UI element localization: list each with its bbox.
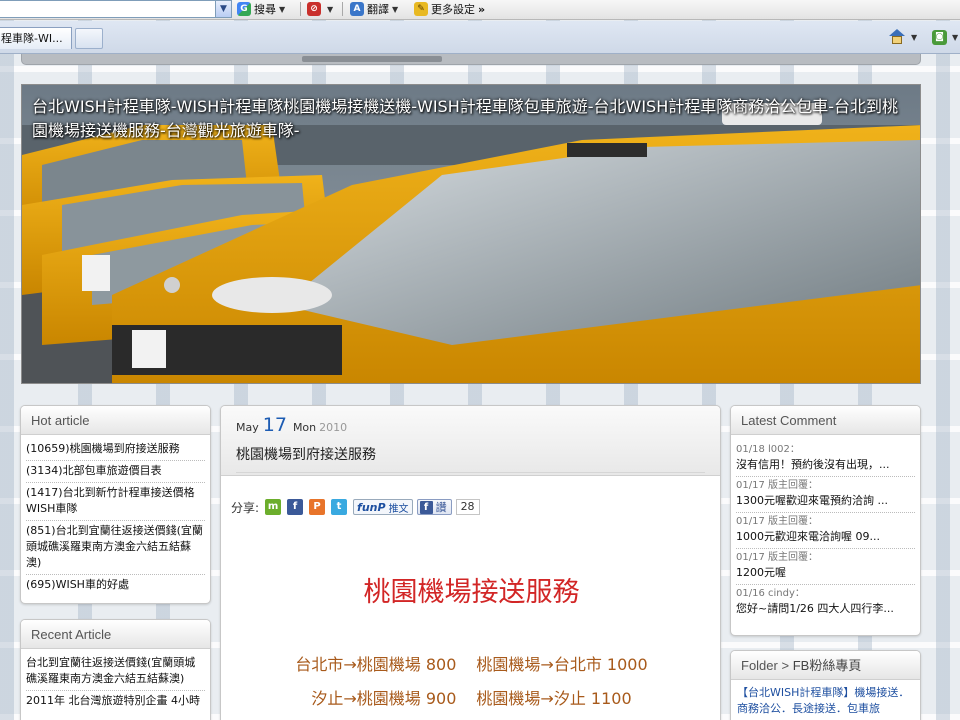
home-button[interactable]: ▼	[889, 28, 917, 46]
comment-text[interactable]: 1200元喔	[736, 565, 915, 581]
post-date-day: 17	[262, 414, 287, 436]
recent-article-title: Recent Article	[21, 620, 210, 649]
post-header: May 17 Mon 2010 桃園機場到府接送服務	[221, 406, 720, 476]
funp-label: 推文	[388, 503, 409, 515]
hot-article-box: Hot article (10659)桃園機場到府接送服務 (3134)北部包車…	[20, 405, 211, 604]
plurk-share-icon[interactable]: m	[265, 499, 282, 515]
hot-article-item[interactable]: (1417)台北到新竹計程車接送價格WISH車隊	[26, 483, 205, 521]
hot-article-item[interactable]: (3134)北部包車旅遊價目表	[26, 461, 205, 483]
folder-breadcrumb[interactable]: FB粉絲專頁	[793, 658, 862, 673]
blog-post: May 17 Mon 2010 桃園機場到府接送服務 分享: m f P t f…	[220, 405, 721, 720]
feeds-button[interactable]: ◙ ▼	[932, 28, 958, 46]
blog-title[interactable]: 台北WISH計程車隊-WISH計程車隊桃園機場接機送機-WISH計程車隊包車旅遊…	[32, 95, 912, 143]
browser-tabbar: 程車隊-WI... ▼ ◙ ▼	[0, 21, 960, 54]
comment-text[interactable]: 您好~請問1/26 四大人四行李...	[736, 601, 915, 617]
search-combo-input[interactable]: ▼	[0, 0, 232, 18]
post-date-year: 2010	[319, 421, 348, 434]
translate-label: 翻譯	[367, 3, 389, 16]
chevron-down-icon: ▼	[911, 32, 918, 42]
comment-meta: 01/16 cindy：	[736, 588, 805, 599]
share-label: 分享:	[231, 500, 260, 515]
price-row: 台北市→桃園機場 800 桃園機場→台北市 1000	[221, 651, 720, 675]
post-title[interactable]: 桃園機場到府接送服務	[236, 444, 705, 473]
comment-meta: 01/17 版主回覆：	[736, 516, 818, 527]
price-item: 桃園機場→汐止 1100	[476, 689, 632, 708]
bookmark-share-icon[interactable]: P	[309, 499, 326, 515]
facebook-like-label: 讚	[435, 501, 447, 514]
popup-blocker-icon: ⊘	[307, 2, 321, 16]
share-bar: 分享: m f P t funP 推文 f 讚 28	[231, 498, 480, 516]
pencil-icon: ✎	[414, 2, 428, 16]
home-icon	[889, 29, 905, 45]
comment-item[interactable]: 01/17 版主回覆： 1000元歡迎來電洽詢喔 09...	[736, 513, 915, 549]
folder-label: Folder	[741, 658, 778, 673]
comment-item[interactable]: 01/17 版主回覆： 1200元喔	[736, 549, 915, 585]
double-chevron-right-icon: »	[478, 2, 486, 16]
chevron-down-icon: ▼	[952, 32, 959, 42]
comment-text[interactable]: 1000元歡迎來電洽詢喔 09...	[736, 529, 915, 545]
folder-title: Folder > FB粉絲專頁	[731, 651, 920, 680]
comment-meta: 01/17 版主回覆：	[736, 480, 818, 491]
hot-article-list: (10659)桃園機場到府接送服務 (3134)北部包車旅遊價目表 (1417)…	[21, 435, 210, 596]
hot-article-title: Hot article	[21, 406, 210, 435]
chevron-down-icon: ▼	[279, 4, 286, 14]
latest-comment-box: Latest Comment 01/18 l002： 沒有信用！預約後沒有出現，…	[730, 405, 921, 636]
comment-text[interactable]: 1300元喔歡迎來電預約洽詢 ...	[736, 493, 915, 509]
chevron-down-icon[interactable]: ▼	[215, 1, 231, 17]
price-item: 台北市→桃園機場 800	[295, 655, 457, 674]
like-count: 28	[455, 499, 480, 515]
translate-button[interactable]: A 翻譯 ▼	[350, 0, 398, 18]
facebook-icon: f	[419, 500, 433, 514]
twitter-share-icon[interactable]: t	[331, 499, 348, 515]
price-row: 汐止→桃園機場 900 桃園機場→汐止 1100	[221, 685, 720, 709]
price-item: 汐止→桃園機場 900	[311, 689, 457, 708]
latest-comment-list: 01/18 l002： 沒有信用！預約後沒有出現，... 01/17 版主回覆：…	[731, 435, 920, 620]
browser-toolbar: ▼ G 搜尋 ▼ ⊘ ▼ A 翻譯 ▼ ✎ 更多設定 »	[0, 0, 960, 20]
facebook-share-icon[interactable]: f	[287, 499, 304, 515]
feed-icon: ◙	[932, 29, 947, 45]
breadcrumb-separator: >	[781, 658, 790, 673]
recent-article-box: Recent Article 台北到宜蘭往返接送價錢(宜蘭頭城礁溪羅東南方澳金六…	[20, 619, 211, 720]
search-button[interactable]: G 搜尋 ▼	[237, 0, 285, 18]
new-tab-button[interactable]	[75, 28, 103, 49]
comment-text[interactable]: 沒有信用！預約後沒有出現，...	[736, 457, 915, 473]
facebook-like-button[interactable]: f 讚	[416, 499, 452, 515]
hot-article-item[interactable]: (10659)桃園機場到府接送服務	[26, 439, 205, 461]
toolbar-divider	[300, 2, 301, 16]
post-body-heading: 桃園機場接送服務	[363, 577, 580, 608]
recent-article-item[interactable]: 台北到宜蘭往返接送價錢(宜蘭頭城礁溪羅東南方澳金六結五結蘇澳)	[26, 653, 205, 691]
price-item: 桃園機場→台北市 1000	[476, 655, 648, 674]
post-date-weekday: Mon	[292, 421, 317, 434]
google-search-icon: G	[237, 2, 251, 16]
translate-icon: A	[350, 2, 364, 16]
post-date: May 17 Mon 2010	[236, 414, 705, 438]
chevron-down-icon: ▼	[327, 4, 334, 14]
funp-share-button[interactable]: funP 推文	[353, 499, 413, 515]
toolbar-divider	[342, 2, 343, 16]
hot-article-item[interactable]: (695)WISH車的好處	[26, 575, 205, 596]
folder-box: Folder > FB粉絲專頁 【台北WISH計程車隊】機場接送．商務洽公．長途…	[730, 650, 921, 720]
comment-item[interactable]: 01/18 l002： 沒有信用！預約後沒有出現，...	[736, 441, 915, 477]
page-top-strip	[21, 54, 921, 65]
hot-article-item[interactable]: (851)台北到宜蘭往返接送價錢(宜蘭頭城礁溪羅東南方澳金六結五結蘇澳)	[26, 521, 205, 575]
search-label: 搜尋	[254, 3, 276, 16]
comment-meta: 01/17 版主回覆：	[736, 552, 818, 563]
comment-item[interactable]: 01/17 版主回覆： 1300元喔歡迎來電預約洽詢 ...	[736, 477, 915, 513]
recent-article-item[interactable]: 2011年 北台灣旅遊特別企畫 4小時	[26, 691, 205, 712]
more-settings-label: 更多設定	[431, 3, 475, 16]
latest-comment-title: Latest Comment	[731, 406, 920, 435]
more-settings-button[interactable]: ✎ 更多設定 »	[414, 0, 485, 18]
recent-article-list: 台北到宜蘭往返接送價錢(宜蘭頭城礁溪羅東南方澳金六結五結蘇澳) 2011年 北台…	[21, 649, 210, 712]
folder-link[interactable]: 【台北WISH計程車隊】機場接送．商務洽公．長途接送．包車旅	[731, 680, 920, 720]
funp-logo: funP	[357, 500, 386, 514]
browser-tab-active[interactable]: 程車隊-WI...	[0, 27, 72, 49]
post-date-month: May	[236, 421, 259, 434]
chevron-down-icon: ▼	[392, 4, 399, 14]
site-banner: 台北WISH計程車隊-WISH計程車隊桃園機場接機送機-WISH計程車隊包車旅遊…	[21, 84, 921, 384]
comment-meta: 01/18 l002：	[736, 444, 800, 455]
comment-item[interactable]: 01/16 cindy： 您好~請問1/26 四大人四行李...	[736, 585, 915, 620]
popup-blocker-button[interactable]: ⊘ ▼	[307, 0, 333, 18]
